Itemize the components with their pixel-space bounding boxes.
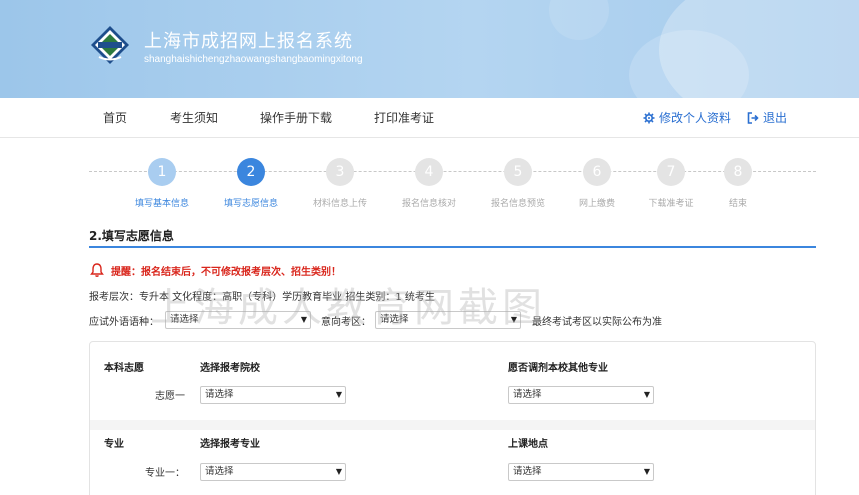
- step-5: 5 报名信息预览: [473, 158, 563, 209]
- site-title: 上海市成招网上报名系统: [144, 31, 353, 52]
- major-select[interactable]: 请选择 ▼: [200, 463, 346, 481]
- foreign-language-label: 应试外语语种：: [89, 316, 159, 328]
- adjust-select[interactable]: 请选择 ▼: [508, 386, 654, 404]
- step-label: 报名信息预览: [490, 199, 545, 209]
- select-value: 请选择: [513, 466, 542, 477]
- site-logo-icon[interactable]: [89, 24, 131, 66]
- chevron-down-icon: ▼: [643, 390, 650, 399]
- step-4: 4 报名信息核对: [384, 158, 474, 209]
- section-divider: [89, 246, 816, 248]
- applicant-info: 报考层次：专升本 文化程度：高职（专科）学历教育毕业 招生类别：1 统考生: [89, 292, 435, 303]
- edit-profile-link[interactable]: 修改个人资料: [643, 109, 731, 126]
- exam-area-label: 意向考区：: [321, 316, 371, 328]
- site-subtitle: shanghaishichengzhaowangshangbaomingxito…: [144, 54, 363, 65]
- chevron-down-icon: ▼: [643, 467, 650, 476]
- select-value: 请选择: [205, 389, 234, 400]
- section-title: 2.填写志愿信息: [89, 229, 174, 243]
- step-3: 3 材料信息上传: [295, 158, 385, 209]
- edit-profile-label: 修改个人资料: [659, 111, 732, 125]
- logout-label: 退出: [763, 111, 788, 125]
- nav-instructions[interactable]: 考生须知: [170, 109, 218, 126]
- school-select[interactable]: 请选择 ▼: [200, 386, 346, 404]
- select-value: 请选择: [205, 466, 234, 477]
- step-label: 报名信息核对: [401, 199, 456, 209]
- chevron-down-icon: ▼: [335, 390, 342, 399]
- chevron-down-icon: ▼: [300, 315, 307, 324]
- col-location-header: 上课地点: [508, 439, 548, 450]
- decorative-cloud: [549, 0, 609, 40]
- select-value: 请选择: [380, 314, 409, 325]
- step-label: 填写志愿信息: [223, 199, 278, 209]
- row2-category: 专业: [104, 439, 124, 450]
- col-major-header: 选择报考专业: [200, 439, 260, 450]
- chevron-down-icon: ▼: [510, 315, 517, 324]
- major-one-label: 专业一：: [145, 468, 185, 479]
- step-2: 2 填写志愿信息: [206, 158, 296, 209]
- nav-manual-download[interactable]: 操作手册下载: [260, 109, 332, 126]
- chevron-down-icon: ▼: [335, 467, 342, 476]
- foreign-language-select[interactable]: 请选择 ▼: [165, 311, 311, 329]
- header-banner: 上海市成招网上报名系统 shanghaishichengzhaowangshan…: [0, 0, 859, 98]
- step-label: 结束: [728, 199, 747, 209]
- step-number: 2: [237, 158, 265, 186]
- step-number: 4: [415, 158, 443, 186]
- logout-link[interactable]: 退出: [747, 109, 787, 126]
- exam-area-note: 最终考试考区以实际公布为准: [532, 316, 662, 328]
- step-label: 材料信息上传: [312, 199, 367, 209]
- step-number: 1: [148, 158, 176, 186]
- step-1: 1 填写基本信息: [117, 158, 207, 209]
- step-number: 8: [724, 158, 752, 186]
- step-label: 填写基本信息: [134, 199, 189, 209]
- step-8: 8 结束: [693, 158, 783, 209]
- warning-notice: 提醒：报名结束后，不可修改报考层次、招生类别！: [89, 262, 341, 278]
- choice-one-label: 志愿一: [155, 391, 185, 402]
- step-number: 5: [504, 158, 532, 186]
- exam-options-row: 应试外语语种： 请选择 ▼ 意向考区： 请选择 ▼ 最终考试考区以实际公布为准: [89, 311, 662, 329]
- select-value: 请选择: [170, 314, 199, 325]
- warning-text: 提醒：报名结束后，不可修改报考层次、招生类别！: [111, 266, 341, 278]
- exam-area-select[interactable]: 请选择 ▼: [375, 311, 521, 329]
- select-value: 请选择: [513, 389, 542, 400]
- step-number: 6: [583, 158, 611, 186]
- col-adjust-header: 愿否调剂本校其他专业: [508, 363, 608, 374]
- step-number: 7: [657, 158, 685, 186]
- bell-icon: [90, 263, 104, 277]
- choices-card: 本科志愿 选择报考院校 愿否调剂本校其他专业 志愿一 请选择 ▼ 请选择 ▼ 专…: [89, 341, 816, 495]
- nav-home[interactable]: 首页: [103, 109, 127, 126]
- card-divider: [90, 420, 815, 430]
- gear-icon: [643, 112, 655, 123]
- nav-print-ticket[interactable]: 打印准考证: [374, 109, 434, 126]
- location-select[interactable]: 请选择 ▼: [508, 463, 654, 481]
- logout-icon: [747, 111, 759, 124]
- col-school-header: 选择报考院校: [200, 363, 260, 374]
- step-number: 3: [326, 158, 354, 186]
- top-nav: 首页 考生须知 操作手册下载 打印准考证 修改个人资料 退出: [0, 98, 859, 138]
- row1-category: 本科志愿: [104, 363, 144, 374]
